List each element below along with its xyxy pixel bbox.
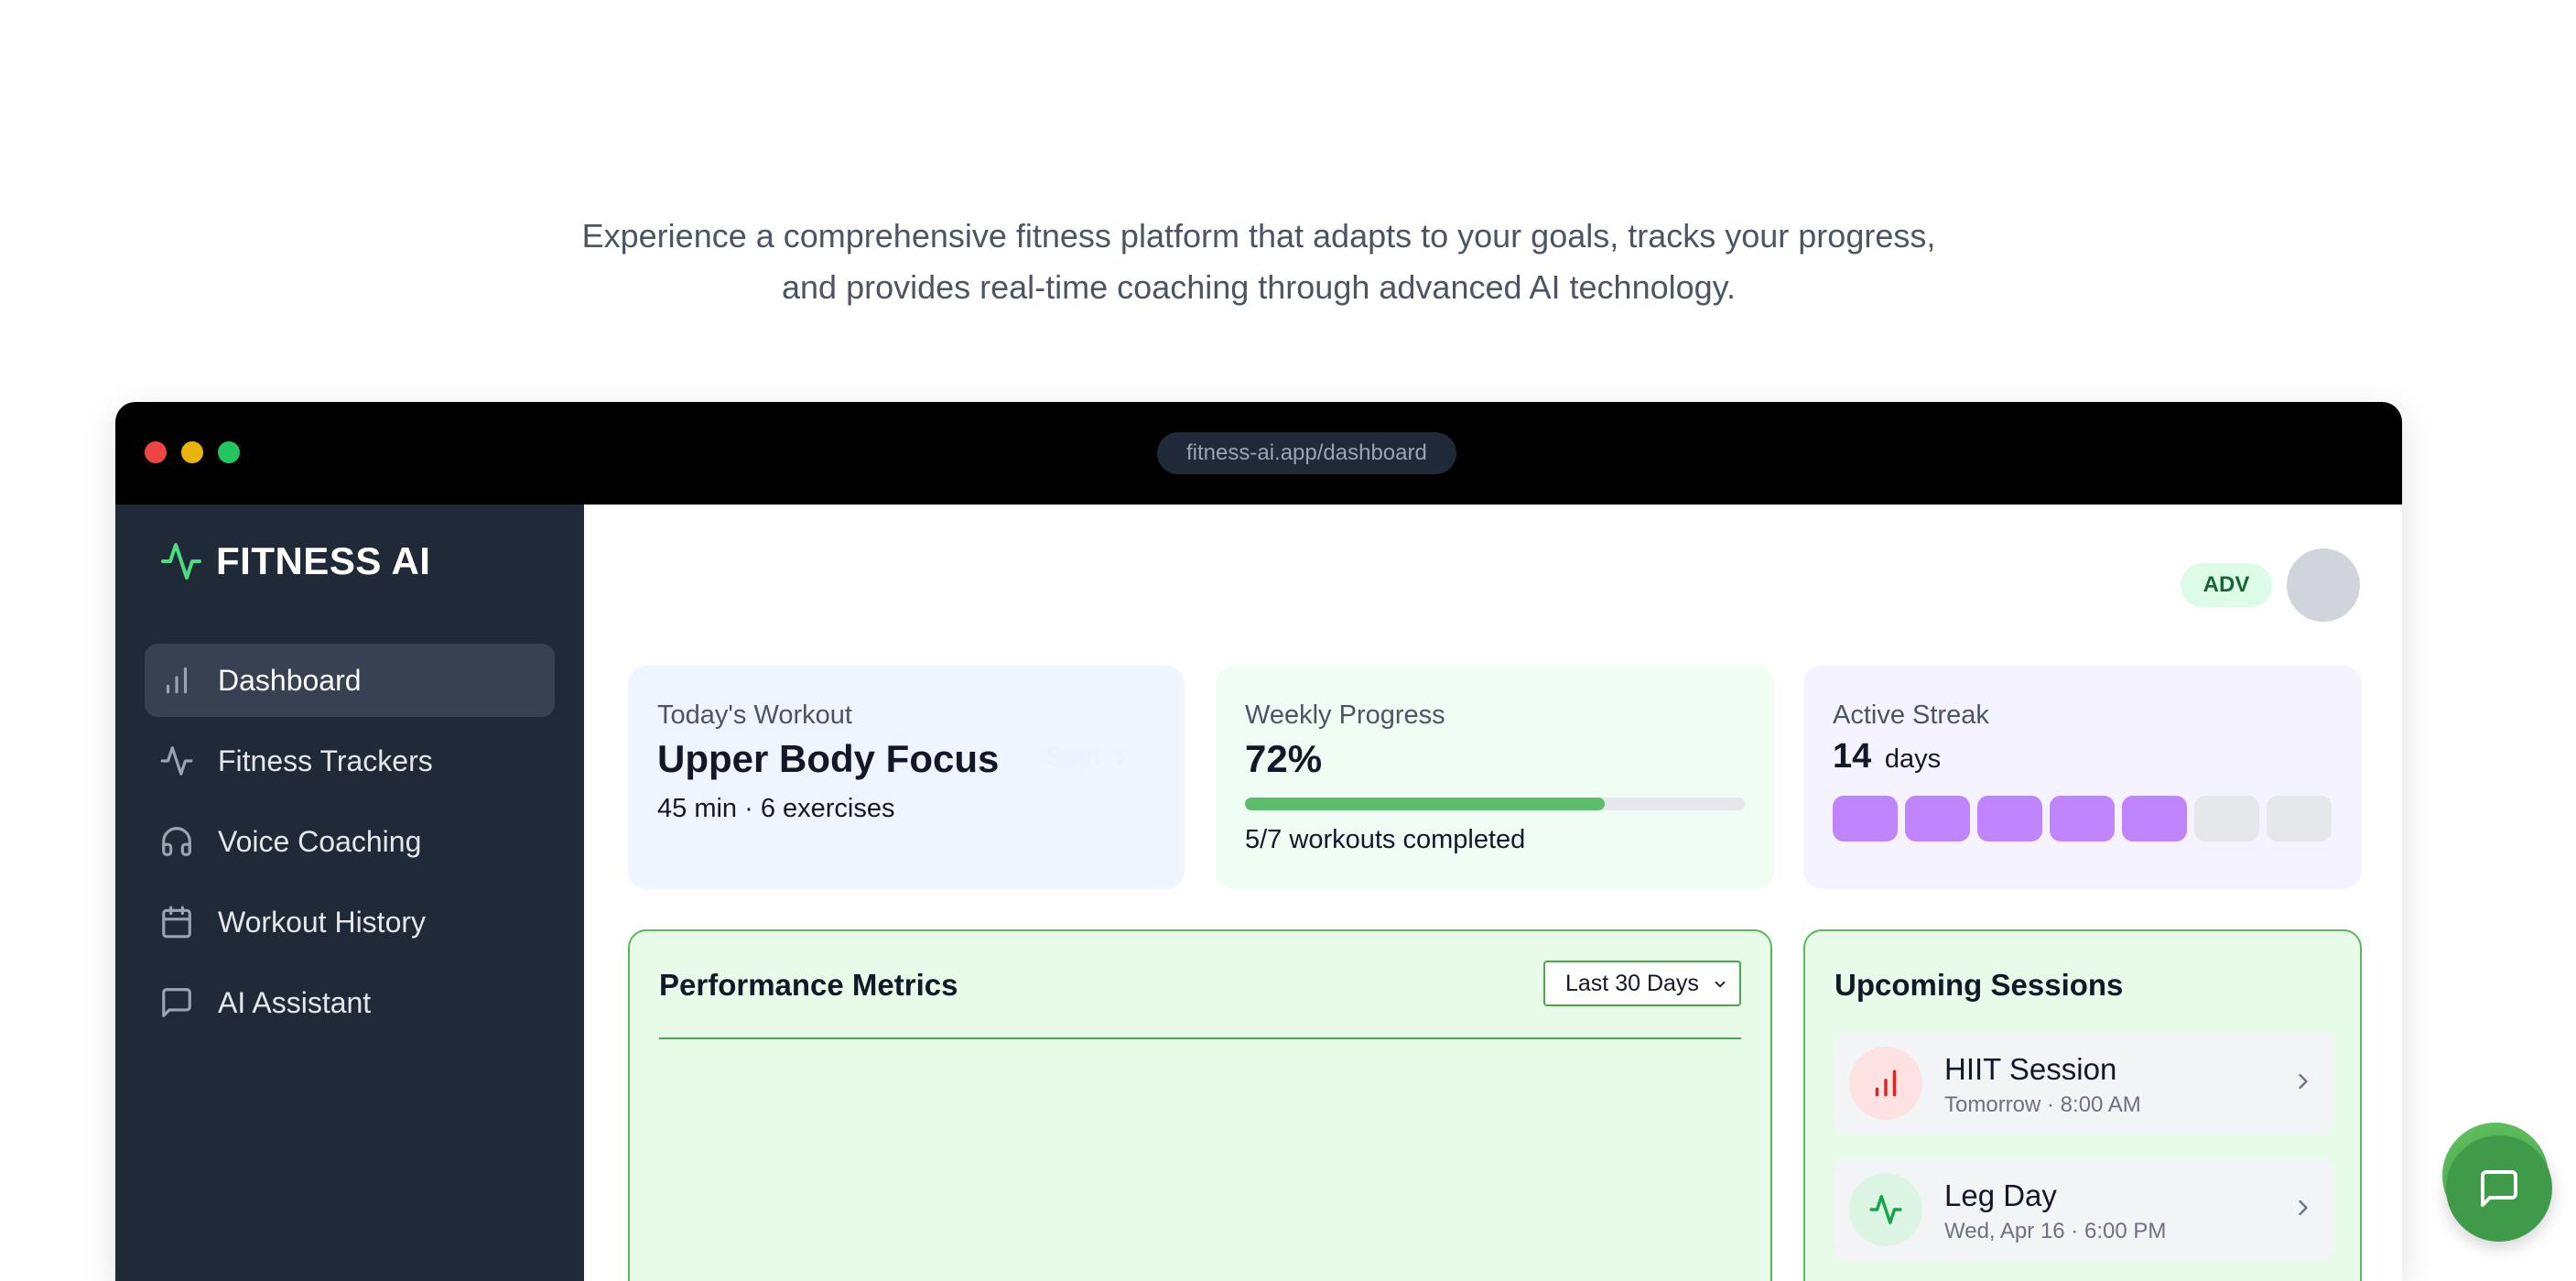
streak-day-box xyxy=(2267,796,2332,841)
window-minimize-dot[interactable] xyxy=(181,441,203,463)
chevron-right-icon xyxy=(2299,1200,2308,1216)
message-square-icon xyxy=(2481,1170,2517,1207)
streak-week xyxy=(1833,796,2339,841)
progress-detail: 5/7 workouts completed xyxy=(1245,825,1526,854)
browser-window: fitness-ai.app/dashboard FITNESS AI Dash… xyxy=(115,402,2402,1281)
workout-meta: 45 min · 6 exercises xyxy=(657,794,895,823)
sidebar: FITNESS AI Dashboard Fitness Trackers Vo… xyxy=(115,505,584,1281)
start-label: Start xyxy=(1045,743,1102,772)
window-maximize-dot[interactable] xyxy=(218,441,240,463)
progress-bar xyxy=(1245,798,1745,810)
headphones-icon xyxy=(162,827,191,856)
streak-day-box xyxy=(2122,796,2187,841)
chat-button[interactable] xyxy=(2446,1135,2552,1242)
sidebar-item-label: Dashboard xyxy=(218,663,362,697)
performance-metrics-panel: Performance Metrics Last 30 Days xyxy=(628,929,1772,1281)
streak-value-line: 14 days xyxy=(1833,737,1941,776)
streak-day-box xyxy=(2050,796,2115,841)
streak-value: 14 xyxy=(1833,737,1872,776)
progress-value: 72% xyxy=(1245,737,1323,780)
streak-day-box xyxy=(1905,796,1970,841)
sidebar-item-ai-assistant[interactable]: AI Assistant xyxy=(145,966,555,1039)
window-close-dot[interactable] xyxy=(145,441,167,463)
session-item-leg-day[interactable]: Leg Day Wed, Apr 16 · 6:00 PM xyxy=(1835,1158,2334,1261)
workout-title: Upper Body Focus xyxy=(657,737,1000,780)
todays-workout-card: Today's Workout Upper Body Focus 45 min … xyxy=(628,666,1185,889)
date-range-select[interactable]: Last 30 Days xyxy=(1543,961,1741,1006)
sidebar-nav: Dashboard Fitness Trackers Voice Coachin… xyxy=(145,644,555,1047)
browser-titlebar: fitness-ai.app/dashboard xyxy=(115,402,2402,505)
panel-title: Performance Metrics xyxy=(659,968,958,1002)
sidebar-item-label: Voice Coaching xyxy=(218,824,422,858)
chevron-right-icon xyxy=(2299,1073,2308,1090)
intro-text: Experience a comprehensive fitness platf… xyxy=(0,211,2517,313)
main-content: ADV Today's Workout Upper Body Focus 45 … xyxy=(584,505,2402,1281)
session-item-hiit[interactable]: HIIT Session Tomorrow · 8:00 AM xyxy=(1835,1032,2334,1134)
intro-line-1: Experience a comprehensive fitness platf… xyxy=(581,217,1936,255)
activity-icon xyxy=(160,746,193,776)
card-label: Active Streak xyxy=(1833,700,1989,730)
sidebar-item-label: Fitness Trackers xyxy=(218,744,433,777)
divider xyxy=(659,1037,1741,1039)
upcoming-sessions-panel: Upcoming Sessions HIIT Session Tomorrow … xyxy=(1803,929,2362,1281)
brand-name: FITNESS AI xyxy=(216,539,431,582)
activity-icon xyxy=(161,543,201,580)
level-badge: ADV xyxy=(2181,563,2272,607)
panel-title: Upcoming Sessions xyxy=(1835,968,2124,1002)
streak-unit: days xyxy=(1884,744,1942,774)
streak-day-box xyxy=(1833,796,1898,841)
card-label: Today's Workout xyxy=(657,700,852,730)
session-icon xyxy=(1849,1173,1922,1246)
sidebar-item-voice-coaching[interactable]: Voice Coaching xyxy=(145,805,555,878)
active-streak-card: Active Streak 14 days xyxy=(1803,666,2362,889)
chevron-down-icon xyxy=(1715,981,1726,988)
activity-icon xyxy=(1869,1195,1902,1224)
session-time: Wed, Apr 16 · 6:00 PM xyxy=(1944,1219,2167,1243)
weekly-progress-card: Weekly Progress 72% 5/7 workouts complet… xyxy=(1216,666,1774,889)
streak-day-box xyxy=(1977,796,2042,841)
date-range-value: Last 30 Days xyxy=(1565,970,1699,996)
sidebar-item-label: AI Assistant xyxy=(218,985,372,1019)
session-name: HIIT Session xyxy=(1944,1052,2117,1086)
message-square-icon xyxy=(162,988,191,1017)
session-name: Leg Day xyxy=(1944,1178,2057,1212)
bar-chart-icon xyxy=(166,667,188,694)
session-icon xyxy=(1849,1047,1922,1120)
intro-line-2: and provides real-time coaching through … xyxy=(782,268,1736,306)
chevron-right-icon xyxy=(1116,750,1125,765)
address-bar[interactable]: fitness-ai.app/dashboard xyxy=(1157,432,1456,474)
streak-day-box xyxy=(2194,796,2259,841)
calendar-icon xyxy=(162,906,191,939)
start-workout-button[interactable]: Start xyxy=(1045,743,1132,773)
progress-bar-fill xyxy=(1245,798,1606,810)
session-time: Tomorrow · 8:00 AM xyxy=(1944,1092,2141,1117)
sidebar-item-workout-history[interactable]: Workout History xyxy=(145,885,555,959)
brand[interactable]: FITNESS AI xyxy=(159,537,430,585)
avatar[interactable] xyxy=(2287,548,2360,622)
sidebar-item-label: Workout History xyxy=(218,905,427,939)
sidebar-item-dashboard[interactable]: Dashboard xyxy=(145,644,555,717)
sidebar-item-fitness-trackers[interactable]: Fitness Trackers xyxy=(145,724,555,798)
card-label: Weekly Progress xyxy=(1245,700,1445,730)
bar-chart-icon xyxy=(1875,1069,1897,1097)
